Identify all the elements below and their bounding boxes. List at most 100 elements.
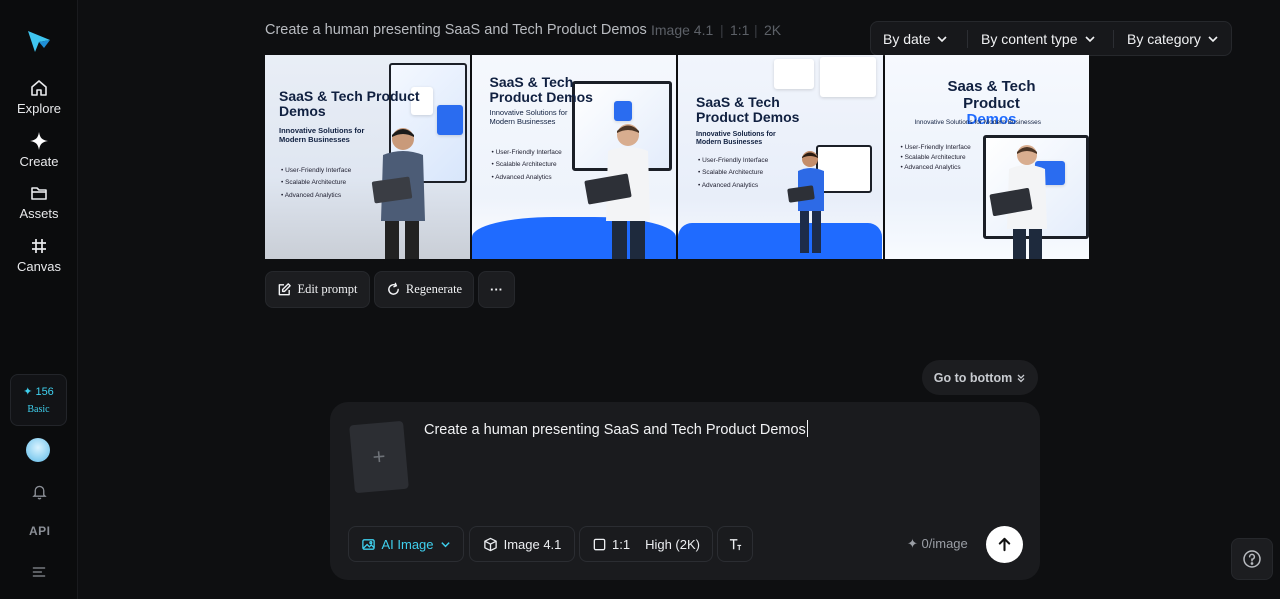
sidebar: Explore Create Assets Canvas ✦ 156 Basic… bbox=[0, 0, 78, 599]
more-icon: ··· bbox=[490, 282, 503, 297]
go-to-bottom-button[interactable]: Go to bottom bbox=[922, 360, 1038, 395]
generated-image-4[interactable]: Saas & Tech Product Demos Innovative Sol… bbox=[884, 55, 1089, 259]
image-subtitle: Innovative Solutions for Modern Business… bbox=[489, 108, 568, 126]
chevron-down-icon bbox=[440, 541, 450, 547]
send-button[interactable] bbox=[986, 526, 1023, 563]
image-bullets: • User-Friendly Interface • Scalable Arc… bbox=[492, 147, 562, 184]
bullet: • User-Friendly Interface bbox=[698, 157, 769, 164]
cube-icon bbox=[483, 537, 497, 551]
text-caret bbox=[806, 420, 808, 437]
meta-separator: | bbox=[720, 22, 724, 38]
sidebar-item-label: Assets bbox=[19, 206, 59, 221]
model-select[interactable]: Image 4.1 bbox=[469, 526, 575, 562]
question-icon bbox=[1243, 550, 1261, 568]
regenerate-button[interactable]: Regenerate bbox=[374, 271, 474, 308]
image-icon bbox=[362, 538, 376, 550]
bullet: • Advanced Analytics bbox=[900, 163, 961, 171]
help-button[interactable] bbox=[1231, 538, 1273, 580]
home-icon bbox=[31, 80, 47, 96]
sidebar-item-create[interactable]: Create bbox=[0, 131, 78, 169]
edit-icon bbox=[279, 283, 292, 296]
mode-select[interactable]: AI Image bbox=[348, 526, 464, 562]
bullet: • Advanced Analytics bbox=[491, 173, 552, 181]
ui-card bbox=[774, 59, 814, 89]
ui-card bbox=[613, 101, 632, 121]
double-chevron-down-icon bbox=[1017, 374, 1025, 382]
filter-bar: By date By content type By category bbox=[870, 21, 1232, 56]
plan-tier: Basic bbox=[27, 404, 50, 415]
sidebar-item-canvas[interactable]: Canvas bbox=[0, 236, 78, 274]
upload-reference-button[interactable]: + bbox=[349, 420, 409, 494]
meta-separator: | bbox=[754, 22, 758, 38]
generated-image-2[interactable]: SaaS & Tech Product Demos Innovative Sol… bbox=[471, 55, 676, 259]
chevron-down-icon bbox=[1084, 35, 1095, 42]
bell-icon[interactable] bbox=[29, 481, 49, 501]
generated-image-1[interactable]: SaaS & Tech Product Demos Innovative Sol… bbox=[265, 55, 470, 259]
pill-label: Image 4.1 bbox=[503, 536, 562, 552]
sidebar-item-label: Canvas bbox=[16, 259, 62, 274]
edit-prompt-button[interactable]: Edit prompt bbox=[265, 271, 370, 308]
chevron-down-icon bbox=[1208, 35, 1218, 42]
filter-label: By content type bbox=[981, 30, 1078, 47]
prompt-input[interactable]: Create a human presenting SaaS and Tech … bbox=[424, 420, 984, 438]
filter-label: By date bbox=[883, 30, 931, 47]
chevron-down-icon bbox=[937, 35, 948, 42]
model-meta: Image 4.1 bbox=[651, 22, 714, 38]
image-subtitle: Innovative Solutions for Modern Business… bbox=[696, 131, 776, 147]
filter-by-category[interactable]: By category bbox=[1127, 31, 1219, 47]
pill-label: AI Image bbox=[381, 536, 434, 552]
image-title-word: Product bbox=[963, 94, 1020, 112]
sidebar-item-assets[interactable]: Assets bbox=[0, 183, 78, 221]
image-bullets: • User-Friendly Interface • Scalable Arc… bbox=[281, 165, 351, 202]
text-style-button[interactable] bbox=[717, 526, 753, 562]
filter-divider bbox=[967, 30, 968, 48]
image-title: SaaS & Tech Product Demos bbox=[489, 74, 593, 105]
bullet: • Advanced Analytics bbox=[698, 181, 759, 189]
image-title-line: Saas & Tech bbox=[947, 78, 1036, 95]
filter-by-date[interactable]: By date bbox=[883, 31, 948, 47]
ratio-quality-select[interactable]: 1:1 High (2K) bbox=[579, 526, 713, 562]
ratio-meta: 1:1 bbox=[730, 22, 750, 38]
bullet: • User-Friendly Interface bbox=[900, 144, 971, 151]
sidebar-item-label: Create bbox=[19, 154, 59, 169]
hash-icon bbox=[32, 239, 46, 253]
more-options-button[interactable]: ··· bbox=[478, 271, 515, 308]
sidebar-item-explore[interactable]: Explore bbox=[0, 78, 78, 116]
image-bullets: • User-Friendly Interface • Scalable Arc… bbox=[901, 143, 981, 172]
avatar[interactable] bbox=[26, 438, 50, 462]
logo-icon[interactable] bbox=[26, 28, 52, 54]
image-bullets: • User-Friendly Interface • Scalable Arc… bbox=[698, 155, 768, 192]
api-link[interactable]: API bbox=[29, 524, 51, 538]
filter-divider bbox=[1113, 30, 1114, 48]
arrow-up-icon bbox=[998, 537, 1011, 552]
cost-per-image: ✦ 0/image bbox=[907, 536, 968, 551]
bullet: • Advanced Analytics bbox=[281, 191, 342, 199]
generated-image-3[interactable]: SaaS & Tech Product Demos Innovative Sol… bbox=[678, 55, 883, 259]
image-wave bbox=[678, 223, 882, 259]
image-title: SaaS & Tech Product Demos bbox=[279, 88, 420, 119]
ratio-label: 1:1 bbox=[612, 536, 631, 552]
ui-card bbox=[820, 57, 876, 97]
image-subtitle: Innovative Solutions for Modern Business… bbox=[914, 119, 1041, 126]
bullet: • User-Friendly Interface bbox=[491, 149, 562, 156]
resolution-meta: 2K bbox=[764, 22, 782, 38]
sidebar-item-label: Explore bbox=[16, 101, 62, 116]
credits-count: ✦ 156 bbox=[23, 386, 54, 398]
presenter-figure bbox=[787, 151, 824, 253]
filter-label: By category bbox=[1127, 30, 1201, 47]
bullet: • Scalable Architecture bbox=[281, 179, 347, 187]
folder-icon bbox=[31, 187, 47, 200]
generated-images: SaaS & Tech Product Demos Innovative Sol… bbox=[265, 55, 1089, 259]
button-label: Edit prompt bbox=[297, 282, 358, 296]
generation-prompt-title: Create a human presenting SaaS and Tech … bbox=[265, 22, 647, 38]
menu-icon[interactable] bbox=[29, 562, 49, 582]
quality-label: High (2K) bbox=[645, 536, 700, 552]
image-subtitle: Innovative Solutions for Modern Business… bbox=[279, 126, 365, 144]
bullet: • Scalable Architecture bbox=[491, 161, 557, 169]
credits-badge[interactable]: ✦ 156 Basic bbox=[10, 374, 67, 426]
presenter-figure bbox=[584, 124, 650, 259]
bullet: • Scalable Architecture bbox=[900, 153, 966, 161]
presenter-figure bbox=[989, 145, 1047, 259]
filter-by-content-type[interactable]: By content type bbox=[981, 31, 1096, 47]
plus-icon: + bbox=[371, 443, 387, 470]
